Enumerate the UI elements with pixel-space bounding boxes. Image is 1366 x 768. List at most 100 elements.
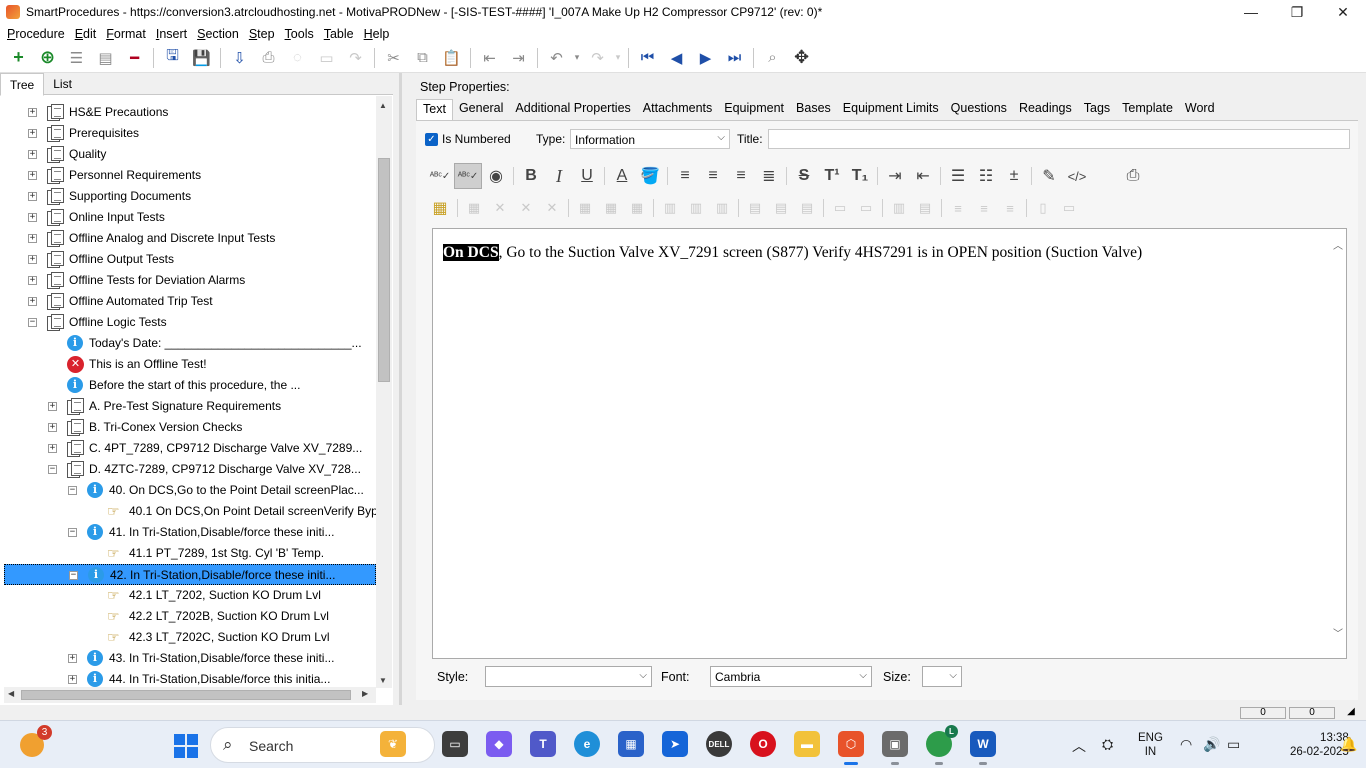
store-icon[interactable]: ▦ [618,731,644,757]
tree-node[interactable]: + Offline Tests for Deviation Alarms [4,270,376,291]
bold-icon[interactable]: B [517,163,545,189]
dell-icon[interactable]: DELL [706,731,732,757]
tree-node[interactable]: + Offline Analog and Discrete Input Tests [4,228,376,249]
fill-color-icon[interactable]: 🪣 [636,163,664,189]
move-icon[interactable]: ✥ [787,45,816,71]
magic-wand-icon[interactable]: ✎ [1035,163,1063,189]
expand-icon[interactable]: + [28,192,37,201]
menu-tools[interactable]: Tools [280,27,319,41]
collapse-icon[interactable]: − [69,571,78,580]
editor-scrollbar[interactable]: ︿ ﹀ [1330,229,1346,658]
battery-icon[interactable]: ▭ [1227,736,1240,753]
tab-attachments[interactable]: Attachments [637,99,718,120]
tree-node[interactable]: − D. 4ZTC-7289, CP9712 Discharge Valve XV… [4,459,376,480]
expand-icon[interactable]: + [28,276,37,285]
html-source-icon[interactable]: </> [1063,163,1091,189]
tree-node[interactable]: + Personnel Requirements [4,165,376,186]
windows-start-icon[interactable] [174,734,198,758]
expand-icon[interactable]: + [48,402,57,411]
scroll-left-icon[interactable]: ◀ [8,689,14,698]
align-left-icon[interactable]: ≡ [671,163,699,189]
collapse-icon[interactable]: − [68,486,77,495]
tab-tree[interactable]: Tree [0,73,45,96]
tab-tags[interactable]: Tags [1078,99,1116,120]
highlight-icon[interactable]: ◉ [482,163,510,189]
add-child-icon[interactable]: ⊕ [33,45,62,71]
tab-equipment-limits[interactable]: Equipment Limits [837,99,945,120]
tab-questions[interactable]: Questions [945,99,1013,120]
expand-icon[interactable]: + [28,129,37,138]
tree-node[interactable]: + i 43. In Tri-Station,Disable/force these… [4,648,376,669]
expand-icon[interactable]: + [68,654,77,663]
type-select[interactable]: Information ⌵ [570,129,730,149]
menu-section[interactable]: Section [192,27,244,41]
undo-dropdown-icon[interactable]: ▾ [571,45,583,71]
file-explorer-icon[interactable]: ▬ [794,731,820,757]
teams-icon[interactable]: T [530,731,556,757]
tree-node[interactable]: i Before the start of this procedure, the… [4,375,376,396]
list-properties-icon[interactable]: ▤ [91,45,120,71]
expand-icon[interactable]: + [48,423,57,432]
insert-table-icon[interactable]: ▦ [426,195,454,221]
last-icon[interactable]: ⏭ [720,45,749,71]
font-color-icon[interactable]: A [608,163,636,189]
wifi-icon[interactable]: ◠ [1180,736,1192,753]
style-select[interactable]: ⌵ [485,666,652,687]
step-text[interactable]: On DCS, Go to the Suction Valve XV_7291 … [443,244,1142,262]
tree-node[interactable]: ✕ This is an Offline Test! [4,354,376,375]
tree-node[interactable]: + B. Tri-Conex Version Checks [4,417,376,438]
menu-step[interactable]: Step [244,27,280,41]
indent-icon[interactable]: ⇥ [881,163,909,189]
expand-icon[interactable]: + [28,213,37,222]
scroll-up-icon[interactable]: ▲ [379,101,387,110]
tree-node[interactable]: + Offline Output Tests [4,249,376,270]
indent-icon[interactable]: ⇥ [504,45,533,71]
find-icon[interactable]: ⌕ [758,45,787,71]
tree-node[interactable]: + Prerequisites [4,123,376,144]
bullet-list-icon[interactable]: ☰ [944,163,972,189]
underline-icon[interactable]: U [573,163,601,189]
first-icon[interactable]: ⏮ [633,45,662,71]
tree-vertical-scrollbar[interactable]: ▲ ▼ [376,96,392,688]
tree-horizontal-scrollbar[interactable]: ◀ ▶ [4,687,376,703]
tab-equipment[interactable]: Equipment [718,99,790,120]
expand-icon[interactable]: + [28,171,37,180]
collapse-icon[interactable]: − [68,528,77,537]
save-icon[interactable]: 💾 [187,45,216,71]
expand-icon[interactable]: + [28,234,37,243]
list-icon[interactable]: ☰ [62,45,91,71]
scroll-down-icon[interactable]: ▼ [379,676,387,685]
spell-check-icon[interactable]: ᴬᴮᶜ✓ [426,163,454,189]
insert-symbol-icon[interactable]: ± [1000,163,1028,189]
tree-node[interactable]: + Offline Automated Trip Test [4,291,376,312]
remove-icon[interactable]: ━ [120,45,149,71]
spell-check-auto-icon[interactable]: ᴬᴮᶜ✓ [454,163,482,189]
expand-icon[interactable]: + [68,675,77,684]
tree-node[interactable]: + i 44. In Tri-Station,Disable/force this … [4,669,376,688]
tab-bases[interactable]: Bases [790,99,837,120]
menu-format[interactable]: Format [101,27,151,41]
desktop-app-icon[interactable]: ▣ [882,731,908,765]
minimize-button[interactable]: — [1228,0,1274,24]
menu-edit[interactable]: Edit [70,27,102,41]
notification-icon[interactable]: 🔔 [1340,736,1357,753]
add-icon[interactable]: + [4,45,33,71]
tab-word[interactable]: Word [1179,99,1221,120]
copilot-icon[interactable]: ◆ [486,731,512,757]
tree-node[interactable]: − Offline Logic Tests [4,312,376,333]
chevron-up-icon[interactable]: ︿ [1072,736,1086,756]
superscript-icon[interactable]: T¹ [818,163,846,189]
tree-node[interactable]: ☞ 42.3 LT_7202C, Suction KO Drum Lvl [4,627,376,648]
menu-help[interactable]: Help [359,27,395,41]
weather-widget[interactable]: 3 [20,725,52,758]
print-icon[interactable]: ⎙ [254,45,283,71]
expand-icon[interactable]: + [28,297,37,306]
strikethrough-icon[interactable]: S [790,163,818,189]
tree-node[interactable]: ☞ 40.1 On DCS,On Point Detail screenVerif… [4,501,376,522]
word-icon[interactable]: W [970,731,996,765]
scroll-thumb[interactable] [21,690,351,700]
maximize-button[interactable]: ❐ [1274,0,1320,24]
tree-node[interactable]: + Supporting Documents [4,186,376,207]
title-input[interactable] [768,129,1350,149]
expand-icon[interactable]: + [28,108,37,117]
